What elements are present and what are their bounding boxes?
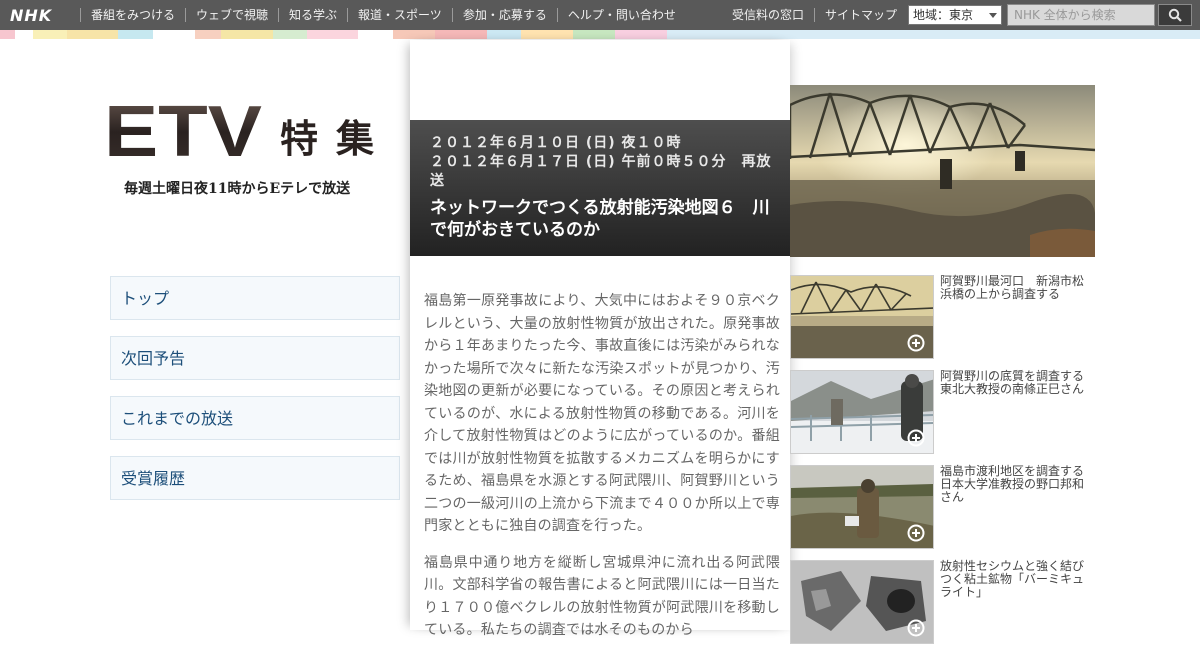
episode-banner: ２０１２年６月１０日 (日) 夜１０時 ２０１２年６月１７日 (日) 午前０時５… xyxy=(410,120,790,256)
zoom-icon xyxy=(907,619,925,637)
photo-item: 阿賀野川の底質を調査する東北大教授の南條正巳さん xyxy=(790,370,1100,465)
nav-news-sports[interactable]: 報道・スポーツ xyxy=(347,8,452,22)
stripe-segment xyxy=(118,30,153,39)
photo-caption: 福島市渡利地区を調査する日本大学准教授の野口邦和さん xyxy=(940,464,1085,504)
menu-top[interactable]: トップ xyxy=(110,276,400,320)
program-title: 特集 xyxy=(280,117,392,161)
photo-thumbnail[interactable] xyxy=(790,275,934,359)
region-value: 地域：東京 xyxy=(913,8,974,22)
episode-description: 福島第一原発事故により、大気中にはおよそ９０京ベクレルという、大量の放射性物質が… xyxy=(424,290,780,656)
photo-caption: 阿賀野川の底質を調査する東北大教授の南條正巳さん xyxy=(940,369,1085,396)
stripe-segment xyxy=(195,30,222,39)
program-logo[interactable]: ETV 特集 xyxy=(104,96,394,166)
nav-learn[interactable]: 知る学ぶ xyxy=(278,8,347,22)
photo-item: 放射性セシウムと強く結びつく粘土鉱物「バーミキュライト」 xyxy=(790,560,1100,655)
global-nav: 番組をみつける ウェブで視聴 知る学ぶ 報道・スポーツ 参加・応募する ヘルプ・… xyxy=(80,0,686,30)
main-photo-bridge xyxy=(790,85,1095,257)
nhk-logo[interactable]: NHK xyxy=(0,0,80,30)
stripe-segment xyxy=(221,30,273,39)
stripe-segment xyxy=(15,30,33,39)
stripe-segment xyxy=(32,30,67,39)
menu-past-broadcasts[interactable]: これまでの放送 xyxy=(110,396,400,440)
episode-title: ネットワークでつくる放射能汚染地図６ 川で何がおきているのか xyxy=(430,198,770,240)
stripe-segment xyxy=(392,30,436,39)
stripe-segment xyxy=(666,30,1200,39)
zoom-icon xyxy=(907,334,925,352)
stripe-segment xyxy=(572,30,616,39)
photo-thumbnail[interactable] xyxy=(790,560,934,644)
zoom-icon xyxy=(907,524,925,542)
episode-panel: ２０１２年６月１０日 (日) 夜１０時 ２０１２年６月１７日 (日) 午前０時５… xyxy=(410,40,790,638)
global-nav-right: 受信料の窓口 サイトマップ xyxy=(722,0,907,30)
photo-thumbnail[interactable] xyxy=(790,465,934,549)
svg-text:ETV: ETV xyxy=(104,96,262,166)
photo-item: 福島市渡利地区を調査する日本大学准教授の野口邦和さん xyxy=(790,465,1100,560)
side-menu: トップ 次回予告 これまでの放送 受賞履歴 xyxy=(110,276,400,516)
color-stripe xyxy=(0,30,1200,39)
search-icon xyxy=(1168,8,1182,22)
photo-thumbnail[interactable] xyxy=(790,370,934,454)
nav-participate[interactable]: 参加・応募する xyxy=(451,8,557,22)
search-button[interactable] xyxy=(1158,4,1192,26)
air-date: ２０１２年６月１０日 (日) 夜１０時 xyxy=(430,135,682,151)
stripe-segment xyxy=(152,30,196,39)
description-paragraph: 福島県中通り地方を縦断し宮城県沖に流れ出る阿武隈川。文部科学省の報告書によると阿… xyxy=(424,554,780,639)
stripe-segment xyxy=(0,30,16,39)
nav-fee-window[interactable]: 受信料の窓口 xyxy=(722,8,814,22)
menu-next-preview[interactable]: 次回予告 xyxy=(110,336,400,380)
stripe-segment xyxy=(521,30,573,39)
stripe-segment xyxy=(272,30,307,39)
nav-help[interactable]: ヘルプ・問い合わせ xyxy=(556,8,686,22)
search-input[interactable]: NHK 全体から検索 xyxy=(1007,4,1155,26)
stripe-segment xyxy=(306,30,359,39)
stripe-segment xyxy=(435,30,487,39)
program-schedule: 毎週土曜日夜11時からEテレで放送 xyxy=(124,181,351,197)
description-paragraph: 福島第一原発事故により、大気中にはおよそ９０京ベクレルという、大量の放射性物質が… xyxy=(424,293,780,534)
nav-watch-web[interactable]: ウェブで視聴 xyxy=(185,8,278,22)
photo-gallery: 阿賀野川最河口 新潟市松浜橋の上から調査する 阿賀野川の底質を調査する東北大教授… xyxy=(790,275,1100,655)
rerun-date: ２０１２年６月１７日 (日) 午前０時５０分 再放送 xyxy=(430,154,772,189)
nav-sitemap[interactable]: サイトマップ xyxy=(814,8,907,22)
stripe-segment xyxy=(66,30,119,39)
stripe-segment xyxy=(615,30,667,39)
stripe-segment xyxy=(486,30,522,39)
photo-item: 阿賀野川最河口 新潟市松浜橋の上から調査する xyxy=(790,275,1100,370)
photo-caption: 放射性セシウムと強く結びつく粘土鉱物「バーミキュライト」 xyxy=(940,559,1085,599)
zoom-icon xyxy=(907,429,925,447)
stripe-segment xyxy=(358,30,393,39)
global-header: NHK 番組をみつける ウェブで視聴 知る学ぶ 報道・スポーツ 参加・応募する … xyxy=(0,0,1200,30)
chevron-down-icon xyxy=(989,13,997,18)
photo-caption: 阿賀野川最河口 新潟市松浜橋の上から調査する xyxy=(940,274,1085,301)
region-select[interactable]: 地域：東京 xyxy=(908,5,1002,25)
menu-awards[interactable]: 受賞履歴 xyxy=(110,456,400,500)
nav-find-programs[interactable]: 番組をみつける xyxy=(80,8,185,22)
